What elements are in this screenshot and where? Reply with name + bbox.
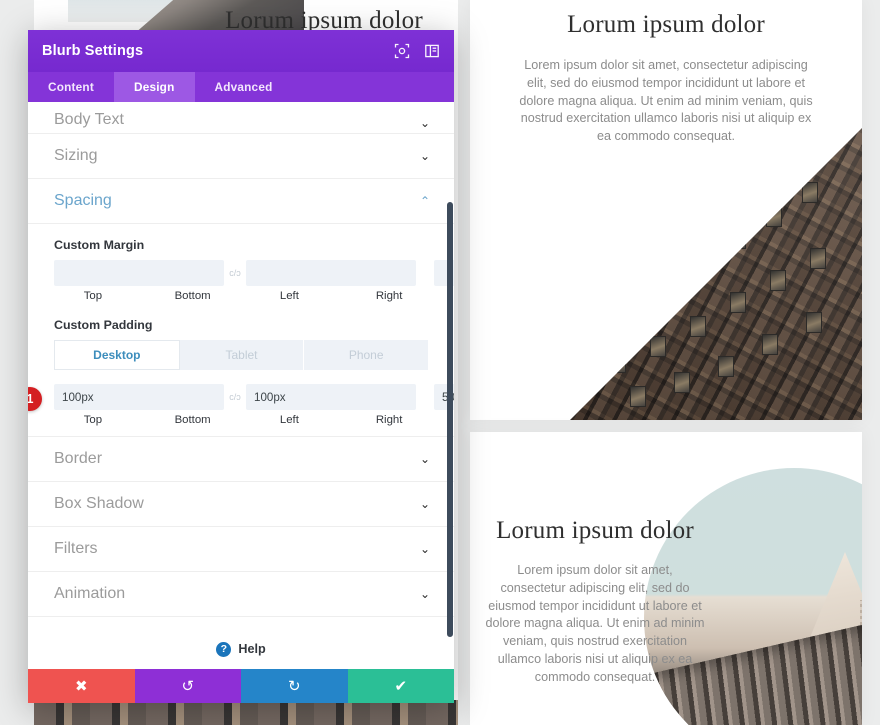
blurb-card-1: Lorum ipsum dolor Lorem ipsum dolor sit … [470,0,862,420]
section-sizing[interactable]: Sizing ⌄ [28,134,454,179]
section-label: Border [54,450,103,467]
chevron-down-icon: ⌄ [419,149,430,163]
margin-top-input[interactable] [54,260,224,286]
redo-button[interactable]: ↻ [241,669,348,703]
focus-target-icon[interactable] [394,43,410,59]
device-desktop[interactable]: Desktop [54,340,180,370]
section-body-text[interactable]: Body Text ⌄ [28,102,454,134]
device-tablet[interactable]: Tablet [179,340,305,370]
link-values-icon[interactable]: c/ɔ [224,268,246,278]
section-label: Box Shadow [54,495,144,512]
blurb-card-2: Lorum ipsum dolor Lorem ipsum dolor sit … [470,432,862,725]
blurb-title: Lorum ipsum dolor [567,11,765,38]
custom-margin-labels: Top Bottom Left Right [54,290,428,302]
redo-icon: ↻ [287,678,301,695]
section-label: Filters [54,540,98,557]
section-label: Animation [54,585,126,602]
chevron-down-icon: ⌄ [419,497,430,511]
help-icon: ? [216,641,232,657]
help-row[interactable]: ? Help [28,617,454,669]
blurb-title: Lorum ipsum dolor [496,517,694,544]
padding-left-label: Left [279,414,299,426]
device-phone[interactable]: Phone [304,340,429,370]
section-border[interactable]: Border ⌄ [28,437,454,482]
custom-padding-label: Custom Padding [54,318,153,332]
blurb-settings-modal: Blurb Settings Content Design Advanced B… [28,30,454,703]
padding-bottom-label: Bottom [174,414,211,426]
blurb-body: Lorem ipsum dolor sit amet, consectetur … [485,563,705,684]
padding-right-label: Right [375,414,403,426]
tab-design[interactable]: Design [113,72,195,102]
section-label: Sizing [54,147,98,164]
margin-left-label: Left [279,290,299,302]
modal-body: Body Text ⌄ Sizing ⌄ Spacing ⌃ Custom Ma… [28,102,454,669]
layout-panel-icon[interactable] [424,43,440,59]
chevron-up-icon: ⌃ [419,194,430,208]
page-root: Lorum ipsum dolor Lorum ipsum dolor Lore… [0,0,880,725]
padding-bottom-input[interactable] [246,384,416,410]
chevron-down-icon: ⌄ [419,542,430,556]
modal-header-icons [394,43,440,59]
modal-footer: ✖ ↺ ↻ ✔ [28,669,454,703]
blurb-image-diagonal [570,120,862,420]
modal-title: Blurb Settings [42,43,144,59]
modal-header: Blurb Settings [28,30,454,72]
blurb-body: Lorem ipsum dolor sit amet, consectetur … [519,58,813,144]
chevron-down-icon: ⌄ [419,452,430,466]
section-box-shadow[interactable]: Box Shadow ⌄ [28,482,454,527]
undo-button[interactable]: ↺ [134,669,241,703]
check-icon: ✔ [394,678,408,695]
link-values-icon[interactable]: c/ɔ [224,392,246,402]
custom-padding-inputs: c/ɔ c/ɔ [54,384,454,410]
margin-bottom-input[interactable] [246,260,416,286]
section-animation[interactable]: Animation ⌄ [28,572,454,617]
margin-top-label: Top [83,290,103,302]
padding-top-input[interactable] [54,384,224,410]
custom-margin-inputs: c/ɔ c/ɔ [54,260,454,286]
help-label: Help [238,642,266,656]
padding-top-label: Top [83,414,103,426]
save-button[interactable]: ✔ [347,669,454,703]
chevron-down-icon: ⌄ [419,587,430,601]
section-filters[interactable]: Filters ⌄ [28,527,454,572]
modal-tabs: Content Design Advanced [28,72,454,102]
tab-advanced[interactable]: Advanced [195,72,293,102]
background-photo-building-bottom [34,700,458,725]
step-badge-1: 1 [28,387,42,411]
padding-device-toggle: Desktop Tablet Phone [54,340,429,370]
margin-bottom-label: Bottom [174,290,211,302]
tab-content[interactable]: Content [28,72,114,102]
chevron-down-icon: ⌄ [419,116,430,130]
custom-padding-labels: Top Bottom Left Right [54,414,428,426]
spacing-panel: Custom Margin c/ɔ c/ɔ [28,224,454,437]
custom-margin-label: Custom Margin [54,238,145,252]
section-label: Spacing [54,192,112,209]
margin-right-label: Right [375,290,403,302]
undo-icon: ↺ [181,678,195,695]
modal-scrollbar[interactable] [447,202,453,637]
section-spacing[interactable]: Spacing ⌃ [28,179,454,224]
cancel-button[interactable]: ✖ [28,669,135,703]
section-label: Body Text [54,111,124,128]
close-icon: ✖ [74,678,88,695]
